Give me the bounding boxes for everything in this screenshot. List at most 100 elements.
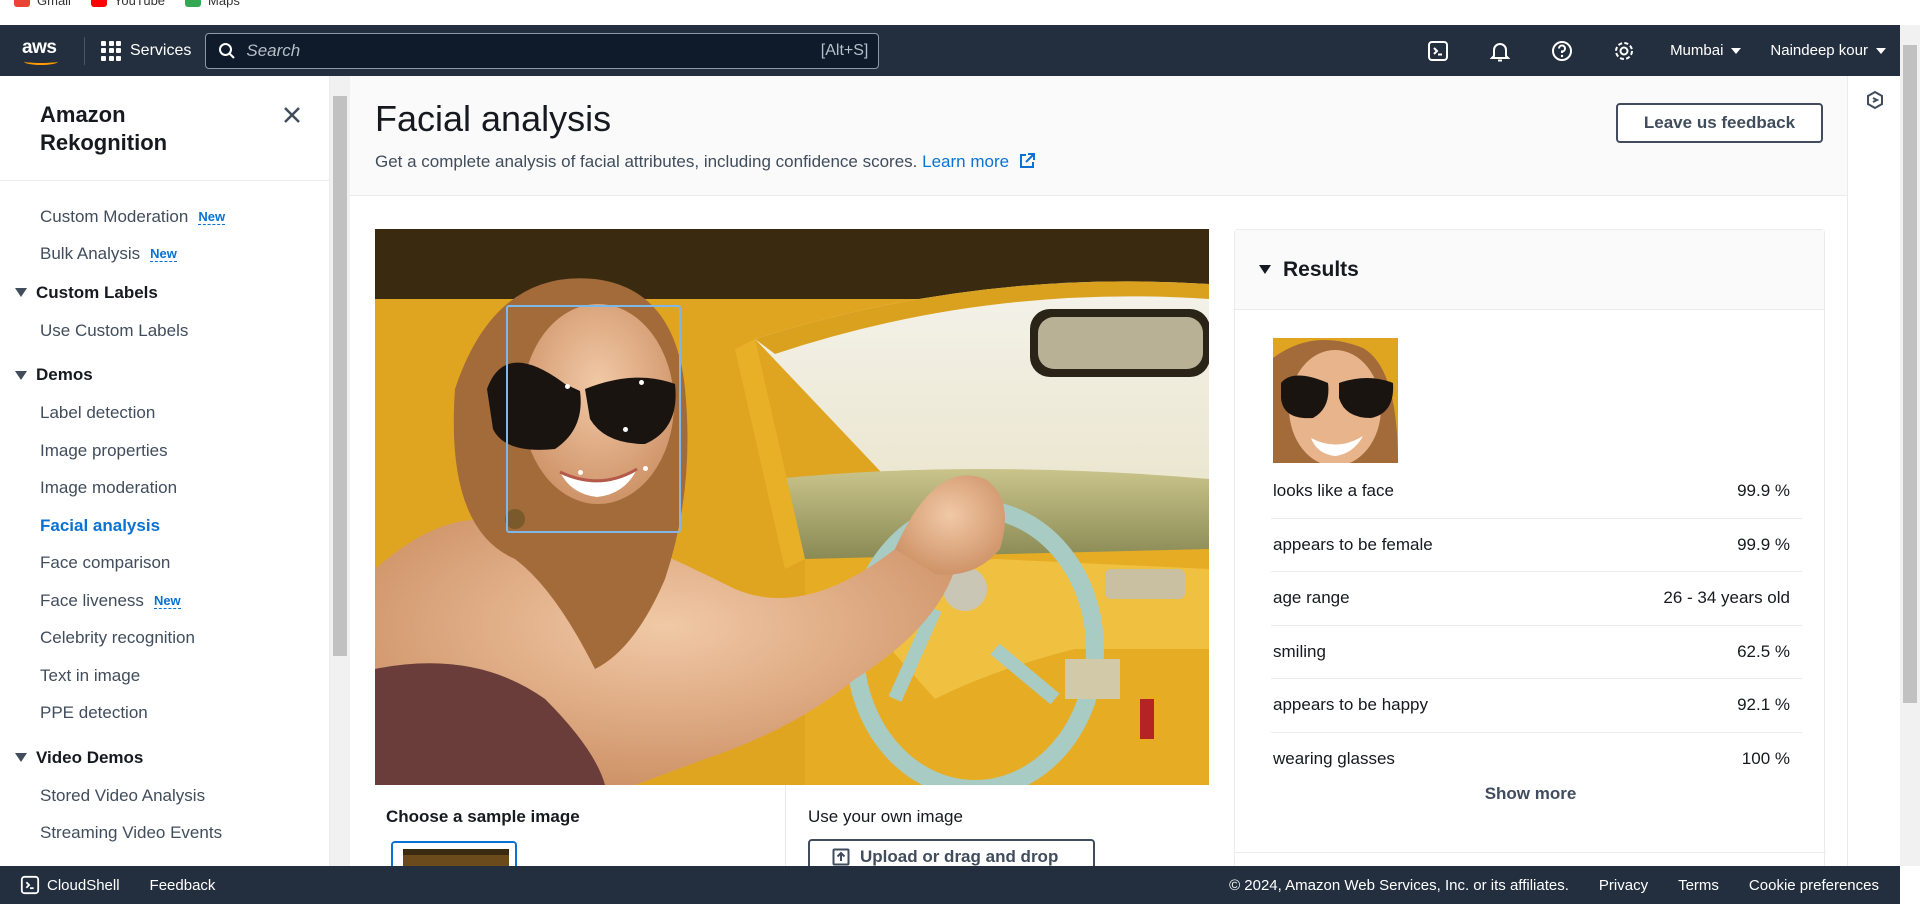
region-selector[interactable]: Mumbai	[1655, 25, 1755, 76]
learn-more-link[interactable]: Learn more	[922, 152, 1036, 171]
grid-icon	[101, 40, 121, 61]
sample-thumbnail-image	[393, 843, 515, 866]
leave-feedback-button[interactable]: Leave us feedback	[1616, 103, 1823, 143]
page-description: Get a complete analysis of facial attrib…	[375, 152, 1036, 172]
caret-down-icon	[1259, 265, 1271, 274]
bookmark-maps[interactable]: Maps	[185, 0, 240, 8]
attribute-value: 92.1 %	[1737, 695, 1790, 715]
services-menu-button[interactable]: Services	[101, 40, 191, 61]
notifications-button[interactable]	[1469, 25, 1531, 76]
detected-face-thumbnail	[1273, 338, 1398, 463]
help-button[interactable]	[1531, 25, 1593, 76]
landmark-right-eye	[639, 380, 644, 385]
bookmark-label: Maps	[208, 0, 240, 8]
upload-icon	[832, 848, 850, 866]
description-text: Get a complete analysis of facial attrib…	[375, 152, 918, 171]
cookie-preferences-link[interactable]: Cookie preferences	[1749, 877, 1879, 894]
section-title: Custom Labels	[36, 282, 158, 302]
results-header[interactable]: Results	[1235, 230, 1824, 310]
attribute-value: 62.5 %	[1737, 641, 1790, 661]
landmark-left-eye	[565, 384, 570, 389]
search-icon	[219, 42, 236, 59]
sidebar-item-label: Image moderation	[40, 478, 178, 498]
results-title: Results	[1283, 257, 1359, 281]
cloudshell-icon	[1428, 40, 1449, 61]
face-bounding-box[interactable]	[506, 305, 681, 533]
window-scrollbar[interactable]	[1900, 25, 1920, 866]
privacy-link[interactable]: Privacy	[1599, 877, 1648, 894]
sidebar-item-image-moderation[interactable]: Image moderation	[0, 470, 329, 508]
sample-image-thumbnail-selected[interactable]	[391, 841, 517, 866]
sidebar-item-stored-video-analysis[interactable]: Stored Video Analysis	[0, 777, 329, 815]
new-badge: New	[150, 246, 177, 263]
face-crop-image	[1273, 338, 1398, 463]
sidebar-section-demos[interactable]: Demos	[0, 356, 329, 395]
youtube-icon	[90, 0, 107, 7]
sidebar-item-face-comparison[interactable]: Face comparison	[0, 545, 329, 583]
image-source-panel: Choose a sample image Use your own image…	[375, 785, 1209, 866]
sidebar-item-image-properties[interactable]: Image properties	[0, 432, 329, 470]
caret-down-icon	[1876, 47, 1886, 54]
sidebar-item-label: Custom Moderation	[40, 206, 189, 226]
section-title: Video Demos	[36, 747, 144, 767]
settings-button[interactable]	[1593, 25, 1655, 76]
sidebar-item-ppe-detection[interactable]: PPE detection	[0, 695, 329, 733]
bookmarks-bar: Gmail YouTube Maps	[0, 0, 1920, 25]
terms-link[interactable]: Terms	[1678, 877, 1719, 894]
main-content: Facial analysis Get a complete analysis …	[350, 76, 1847, 866]
sidebar-item-use-custom-labels[interactable]: Use Custom Labels	[0, 312, 329, 350]
attribute-label: appears to be happy	[1273, 695, 1429, 715]
upload-button[interactable]: Upload or drag and drop	[808, 839, 1095, 866]
show-more-button[interactable]: Show more	[1235, 784, 1826, 804]
sidebar-item-streaming-video-events[interactable]: Streaming Video Events	[0, 815, 329, 853]
close-icon[interactable]	[282, 105, 302, 125]
window-scrollbar-thumb[interactable]	[1903, 45, 1917, 703]
attribute-label: appears to be female	[1273, 534, 1433, 554]
search-input[interactable]: Search [Alt+S]	[205, 32, 880, 69]
footer-feedback-link[interactable]: Feedback	[150, 877, 216, 894]
sidebar-item-label: Face liveness	[40, 590, 144, 610]
sidebar-item-label: Face comparison	[40, 553, 171, 573]
caret-down-icon	[1731, 47, 1742, 54]
region-label: Mumbai	[1670, 42, 1724, 59]
sidebar-item-facial-analysis[interactable]: Facial analysis	[0, 507, 329, 545]
sidebar-scrollbar[interactable]	[330, 76, 350, 866]
sidebar-item-label: Text in image	[40, 665, 141, 685]
bookmark-label: YouTube	[113, 0, 166, 8]
aws-logo[interactable]: aws	[22, 37, 62, 65]
own-image-label: Use your own image	[808, 807, 963, 826]
attribute-row: smiling 62.5 %	[1271, 626, 1802, 679]
bookmark-youtube[interactable]: YouTube	[90, 0, 166, 8]
attribute-row: appears to be female 99.9 %	[1271, 519, 1802, 572]
maps-icon	[185, 0, 202, 7]
attribute-value: 26 - 34 years old	[1663, 588, 1790, 608]
sidebar-item-celebrity-recognition[interactable]: Celebrity recognition	[0, 620, 329, 658]
sidebar-title: Amazon Rekognition	[40, 102, 168, 155]
sidebar-item-face-liveness[interactable]: Face liveness New	[0, 582, 329, 620]
sidebar-scrollbar-thumb[interactable]	[333, 96, 347, 656]
bookmark-gmail[interactable]: Gmail	[14, 0, 71, 8]
account-menu[interactable]: Naindeep kour	[1755, 25, 1900, 76]
sidebar-item-bulk-analysis[interactable]: Bulk Analysis New	[0, 236, 329, 274]
sidebar-item-label: Celebrity recognition	[40, 628, 195, 648]
cloudshell-button[interactable]	[1407, 25, 1469, 76]
sidebar-item-text-in-image[interactable]: Text in image	[0, 657, 329, 695]
sidebar-section-custom-labels[interactable]: Custom Labels	[0, 273, 329, 312]
attribute-row: appears to be happy 92.1 %	[1271, 679, 1802, 733]
caret-down-icon	[15, 288, 27, 297]
bookmark-label: Gmail	[37, 0, 71, 8]
landmark-nose	[623, 427, 628, 432]
sidebar-item-custom-moderation[interactable]: Custom Moderation New	[0, 198, 329, 236]
footer: CloudShell Feedback © 2024, Amazon Web S…	[0, 866, 1900, 904]
cloudshell-footer-button[interactable]: CloudShell	[20, 875, 120, 895]
sidebar-item-label: Label detection	[40, 403, 156, 423]
page-header: Facial analysis Get a complete analysis …	[350, 76, 1847, 196]
gmail-icon	[14, 0, 30, 7]
cloudshell-icon	[20, 875, 40, 895]
sidebar-section-video-demos[interactable]: Video Demos	[0, 738, 329, 777]
tools-hexagon-icon[interactable]	[1865, 90, 1885, 110]
sidebar-item-label-detection[interactable]: Label detection	[0, 395, 329, 433]
choose-sample-label: Choose a sample image	[386, 807, 580, 826]
attribute-value: 99.9 %	[1737, 534, 1790, 554]
sidebar-item-label: Stored Video Analysis	[40, 785, 206, 805]
